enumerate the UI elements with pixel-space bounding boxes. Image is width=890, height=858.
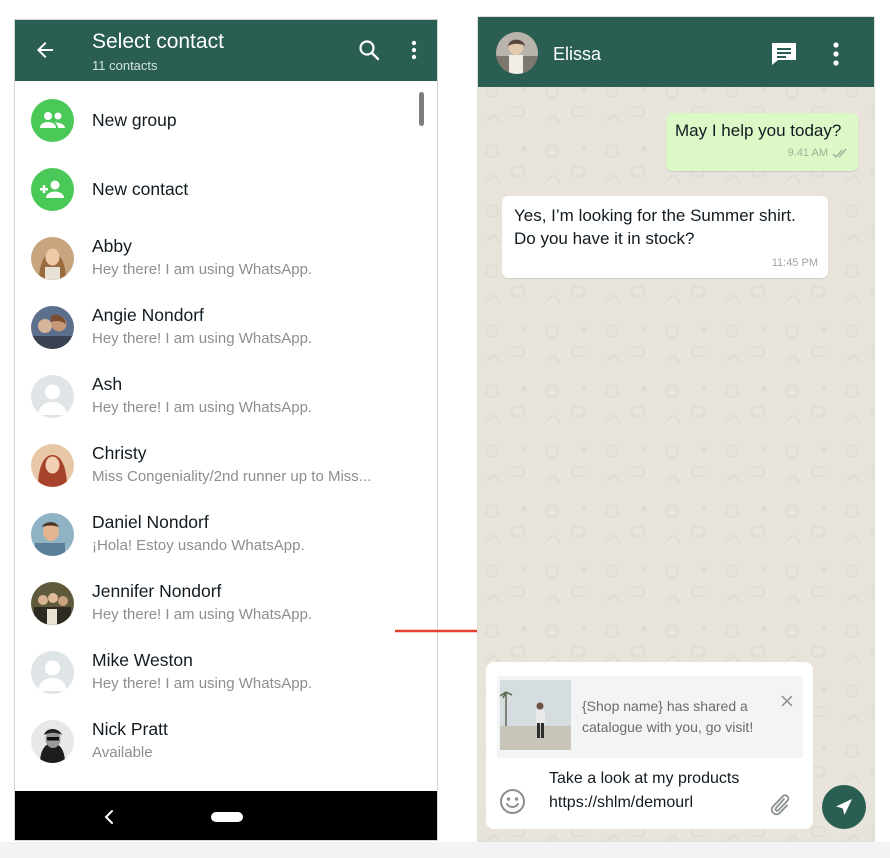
- preview-text: catalogue with you, go visit!: [582, 719, 754, 735]
- message-time: 11:45 PM: [771, 257, 818, 269]
- contact-avatar: [31, 444, 74, 487]
- contact-row-angie-nondorf[interactable]: Angie Nondorf Hey there! I am using What…: [15, 293, 437, 362]
- message-time: 9.41 AM: [787, 147, 828, 159]
- select-contact-header: Select contact 11 contacts: [15, 20, 437, 81]
- home-pill-icon[interactable]: [211, 812, 243, 822]
- arrow-left-icon[interactable]: [33, 38, 57, 62]
- contact-status: Available: [92, 744, 153, 761]
- contact-avatar: [31, 513, 74, 556]
- contact-row-christy[interactable]: Christy Miss Congeniality/2nd runner up …: [15, 431, 437, 500]
- contact-status: Hey there! I am using WhatsApp.: [92, 330, 313, 347]
- contact-status: Hey there! I am using WhatsApp.: [92, 606, 313, 623]
- page-title: Select contact: [92, 30, 224, 53]
- contact-status: Hey there! I am using WhatsApp.: [92, 399, 313, 416]
- more-vertical-icon[interactable]: [408, 38, 420, 62]
- send-icon: [836, 799, 852, 815]
- contact-row-daniel-nondorf[interactable]: Daniel Nondorf ¡Hola! Estoy usando Whats…: [15, 500, 437, 569]
- default-avatar-icon: [31, 651, 74, 694]
- contact-status: Hey there! I am using WhatsApp.: [92, 675, 313, 692]
- new-contact-label: New contact: [92, 179, 189, 199]
- contact-name: Ash: [92, 374, 123, 394]
- message-icon[interactable]: [770, 41, 798, 67]
- message-text: Do you have it in stock?: [514, 229, 695, 248]
- contact-status: ¡Hola! Estoy usando WhatsApp.: [92, 537, 305, 554]
- double-check-icon: [832, 148, 847, 159]
- contact-name: Nick Pratt: [92, 719, 168, 739]
- contact-avatar: [31, 306, 74, 349]
- preview-thumbnail: [500, 680, 571, 750]
- contact-avatar: [31, 582, 74, 625]
- message-input[interactable]: Take a look at my products: [549, 770, 739, 788]
- contact-row-ash[interactable]: Ash Hey there! I am using WhatsApp.: [15, 362, 437, 431]
- outgoing-message[interactable]: May I help you today? 9.41 AM: [666, 113, 858, 171]
- contact-status: Hey there! I am using WhatsApp.: [92, 261, 313, 278]
- contact-name: Abby: [92, 236, 132, 256]
- add-person-icon: [31, 168, 74, 211]
- bottom-strip: [0, 842, 890, 858]
- contact-status: Miss Congeniality/2nd runner up to Miss.…: [92, 468, 372, 485]
- contact-row-nick-pratt[interactable]: Nick Pratt Available: [15, 707, 437, 776]
- message-text: Yes, I’m looking for the Summer shirt.: [514, 206, 796, 225]
- contact-row-abby[interactable]: Abby Hey there! I am using WhatsApp.: [15, 224, 437, 293]
- chat-header: Elissa: [478, 17, 874, 87]
- new-contact-item[interactable]: New contact: [15, 155, 437, 224]
- preview-text: {Shop name} has shared a: [582, 698, 748, 714]
- chat-contact-name[interactable]: Elissa: [553, 44, 601, 65]
- contact-name: Daniel Nondorf: [92, 512, 209, 532]
- contact-name: Christy: [92, 443, 147, 463]
- search-icon[interactable]: [357, 38, 381, 62]
- android-nav-bar: [15, 791, 437, 840]
- contact-name: Angie Nondorf: [92, 305, 204, 325]
- message-text: May I help you today?: [675, 121, 842, 140]
- contact-row-jennifer-nondorf[interactable]: Jennifer Nondorf Hey there! I am using W…: [15, 569, 437, 638]
- close-icon[interactable]: [780, 694, 794, 708]
- contact-avatar: [31, 720, 74, 763]
- link-preview[interactable]: {Shop name} has shared a catalogue with …: [497, 676, 803, 758]
- page: Select contact 11 contacts New group New…: [0, 0, 890, 858]
- new-group-item[interactable]: New group: [15, 86, 437, 155]
- select-contact-screen: Select contact 11 contacts New group New…: [14, 19, 438, 841]
- more-vertical-icon[interactable]: [830, 40, 842, 68]
- emoji-icon[interactable]: [499, 788, 526, 815]
- compose-box: {Shop name} has shared a catalogue with …: [486, 662, 813, 829]
- new-group-label: New group: [92, 110, 177, 130]
- contact-row-mike-weston[interactable]: Mike Weston Hey there! I am using WhatsA…: [15, 638, 437, 707]
- paperclip-icon[interactable]: [768, 791, 790, 817]
- default-avatar-icon: [31, 375, 74, 418]
- incoming-message[interactable]: Yes, I’m looking for the Summer shirt. D…: [502, 196, 828, 278]
- contact-name: Jennifer Nondorf: [92, 581, 222, 601]
- contact-count: 11 contacts: [92, 58, 158, 73]
- send-button[interactable]: [822, 785, 866, 829]
- contact-avatar[interactable]: [496, 32, 538, 74]
- message-input[interactable]: https://shlm/demourl: [549, 794, 693, 812]
- group-icon: [31, 99, 74, 142]
- nav-back-icon[interactable]: [102, 808, 116, 826]
- contact-avatar: [31, 237, 74, 280]
- contact-name: Mike Weston: [92, 650, 193, 670]
- contact-list: New group New contact Abby Hey there! I …: [15, 81, 437, 791]
- chat-screen: Elissa May I help you today? 9.41 AM Yes…: [477, 16, 875, 842]
